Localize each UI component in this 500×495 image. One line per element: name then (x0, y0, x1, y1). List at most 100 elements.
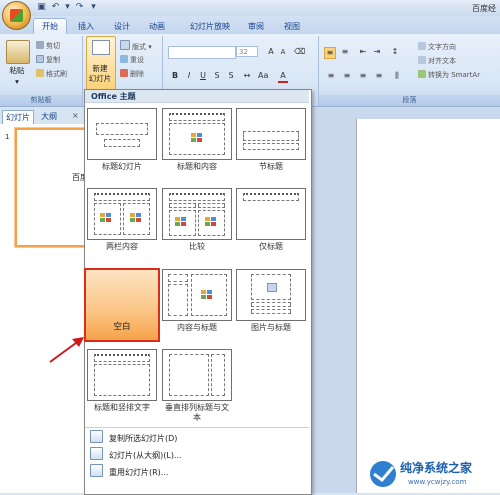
tab-review[interactable]: 审阅 (240, 19, 272, 34)
paste-dropdown-icon[interactable]: ▾ (4, 77, 30, 87)
layout-thumbnail (87, 188, 157, 240)
align-right-icon[interactable]: ≡ (358, 71, 368, 81)
slide-number: 1 (5, 133, 10, 141)
undo-dropdown-icon[interactable]: ▾ (62, 2, 73, 13)
tab-animation[interactable]: 动画 (141, 19, 173, 34)
gallery-header: Office 主题 (85, 90, 309, 103)
font-name-combo[interactable] (168, 46, 236, 59)
office-button[interactable] (2, 1, 31, 30)
content-placeholder-icon (191, 133, 205, 143)
text-direction-icon (418, 42, 426, 50)
group-separator (82, 36, 83, 106)
duplicate-slide-icon (90, 430, 103, 443)
tab-view[interactable]: 视图 (276, 19, 308, 34)
tab-design[interactable]: 设计 (106, 19, 138, 34)
layout-label: 比较 (189, 242, 205, 251)
slide-canvas[interactable] (356, 119, 500, 493)
char-spacing-icon[interactable]: ↔ (242, 71, 252, 81)
delete-button[interactable]: 删除 (120, 68, 144, 80)
increase-indent-icon[interactable]: ⇥ (372, 47, 382, 57)
save-icon[interactable]: ▣ (36, 2, 47, 13)
paste-icon[interactable] (6, 40, 30, 64)
shadow-icon[interactable]: S (226, 71, 236, 81)
align-center-icon[interactable]: ≡ (342, 71, 352, 81)
grow-font-icon[interactable]: A (266, 47, 276, 57)
layout-section-header[interactable]: 节标题 (236, 108, 306, 172)
layout-label: 标题和竖排文字 (94, 403, 150, 412)
paste-button[interactable]: 粘贴 (4, 66, 30, 76)
layout-button[interactable]: 版式 ▾ (120, 40, 152, 52)
tab-slideshow[interactable]: 幻灯片放映 (182, 19, 238, 34)
layout-label: 图片与标题 (251, 323, 291, 332)
bullets-icon[interactable]: ≡ (324, 47, 336, 59)
paintbrush-icon (36, 69, 44, 77)
layout-title-slide[interactable]: 标题幻灯片 (87, 108, 157, 172)
layout-thumbnail (236, 108, 306, 160)
menu-separator (85, 427, 309, 428)
layout-two-content[interactable]: 两栏内容 (87, 188, 157, 252)
content-placeholder-icon (130, 213, 144, 223)
close-pane-icon[interactable]: × (72, 111, 79, 120)
menu-slides-from-outline[interactable]: 幻灯片(从大纲)(L)... (86, 447, 308, 463)
reset-icon (120, 55, 128, 63)
content-placeholder-icon (175, 217, 189, 227)
delete-icon (120, 69, 128, 77)
layout-label: 垂直排列标题与文本 (165, 403, 229, 422)
decrease-indent-icon[interactable]: ⇤ (358, 47, 368, 57)
italic-icon[interactable]: I (184, 71, 194, 81)
justify-icon[interactable]: ≡ (374, 71, 384, 81)
reset-button[interactable]: 重设 (120, 54, 144, 66)
new-slide-label-2: 幻灯片 (88, 74, 112, 83)
layout-title-only[interactable]: 仅标题 (236, 188, 306, 252)
layout-thumbnail (162, 269, 232, 321)
new-slide-icon (92, 40, 110, 55)
text-direction-button[interactable]: 文字方向 (418, 41, 456, 53)
menu-duplicate-slides[interactable]: 复制所选幻灯片(D) (86, 430, 308, 446)
layout-vertical-title-text[interactable]: 垂直排列标题与文本 (162, 349, 232, 423)
layout-label: 内容与标题 (177, 323, 217, 332)
tab-home[interactable]: 开始 (33, 18, 67, 34)
font-color-icon[interactable]: A (278, 71, 288, 83)
tab-slides[interactable]: 幻灯片 (2, 110, 34, 124)
strikethrough-icon[interactable]: S (212, 71, 222, 81)
line-spacing-icon[interactable]: ↕ (390, 47, 400, 57)
redo-icon[interactable]: ↷ (74, 2, 85, 13)
copy-button[interactable]: 复制 (36, 54, 60, 66)
slide-thumbnail[interactable] (15, 128, 89, 247)
new-slide-label-1: 新建 (92, 64, 108, 73)
change-case-icon[interactable]: Aa (258, 71, 268, 81)
numbering-icon[interactable]: ≡ (340, 47, 350, 57)
tab-outline[interactable]: 大纲 (38, 110, 60, 123)
convert-smartart-button[interactable]: 转换为 SmartAr (418, 69, 480, 81)
clipboard-group-label: 剪贴板 (0, 95, 82, 106)
underline-icon[interactable]: U (198, 71, 208, 81)
outline-icon (90, 447, 103, 460)
undo-icon[interactable]: ↶ (50, 2, 61, 13)
layout-comparison[interactable]: 比较 (162, 188, 232, 252)
menu-reuse-slides[interactable]: 重用幻灯片(R)... (86, 464, 308, 480)
tab-insert[interactable]: 插入 (70, 19, 102, 34)
qat-customize-icon[interactable]: ▾ (88, 2, 99, 13)
smartart-icon (418, 70, 426, 78)
cut-button[interactable]: 剪切 (36, 40, 60, 52)
clear-format-icon[interactable]: ⌫ (294, 47, 305, 57)
layout-content-with-caption[interactable]: 内容与标题 (162, 269, 232, 333)
layout-picture-with-caption[interactable]: 图片与标题 (236, 269, 306, 333)
layout-thumbnail (236, 269, 306, 321)
scissors-icon (36, 41, 44, 49)
layout-thumbnail (87, 349, 157, 401)
align-left-icon[interactable]: ≡ (326, 71, 336, 81)
shrink-font-icon[interactable]: A (278, 47, 288, 57)
layout-title-content[interactable]: 标题和内容 (162, 108, 232, 172)
bold-icon[interactable]: B (170, 71, 180, 81)
layout-thumbnail (236, 188, 306, 240)
layout-label: 标题和内容 (177, 162, 217, 171)
layout-icon (120, 40, 130, 50)
watermark-text: 纯净系统之家 (400, 461, 473, 475)
office-logo-icon (10, 9, 23, 22)
columns-icon[interactable]: ⫼ (392, 71, 402, 81)
format-painter-button[interactable]: 格式刷 (36, 68, 67, 80)
align-text-button[interactable]: 对齐文本 (418, 55, 456, 67)
font-size-combo[interactable]: 32 (236, 46, 258, 57)
layout-title-vertical-text[interactable]: 标题和竖排文字 (87, 349, 157, 413)
